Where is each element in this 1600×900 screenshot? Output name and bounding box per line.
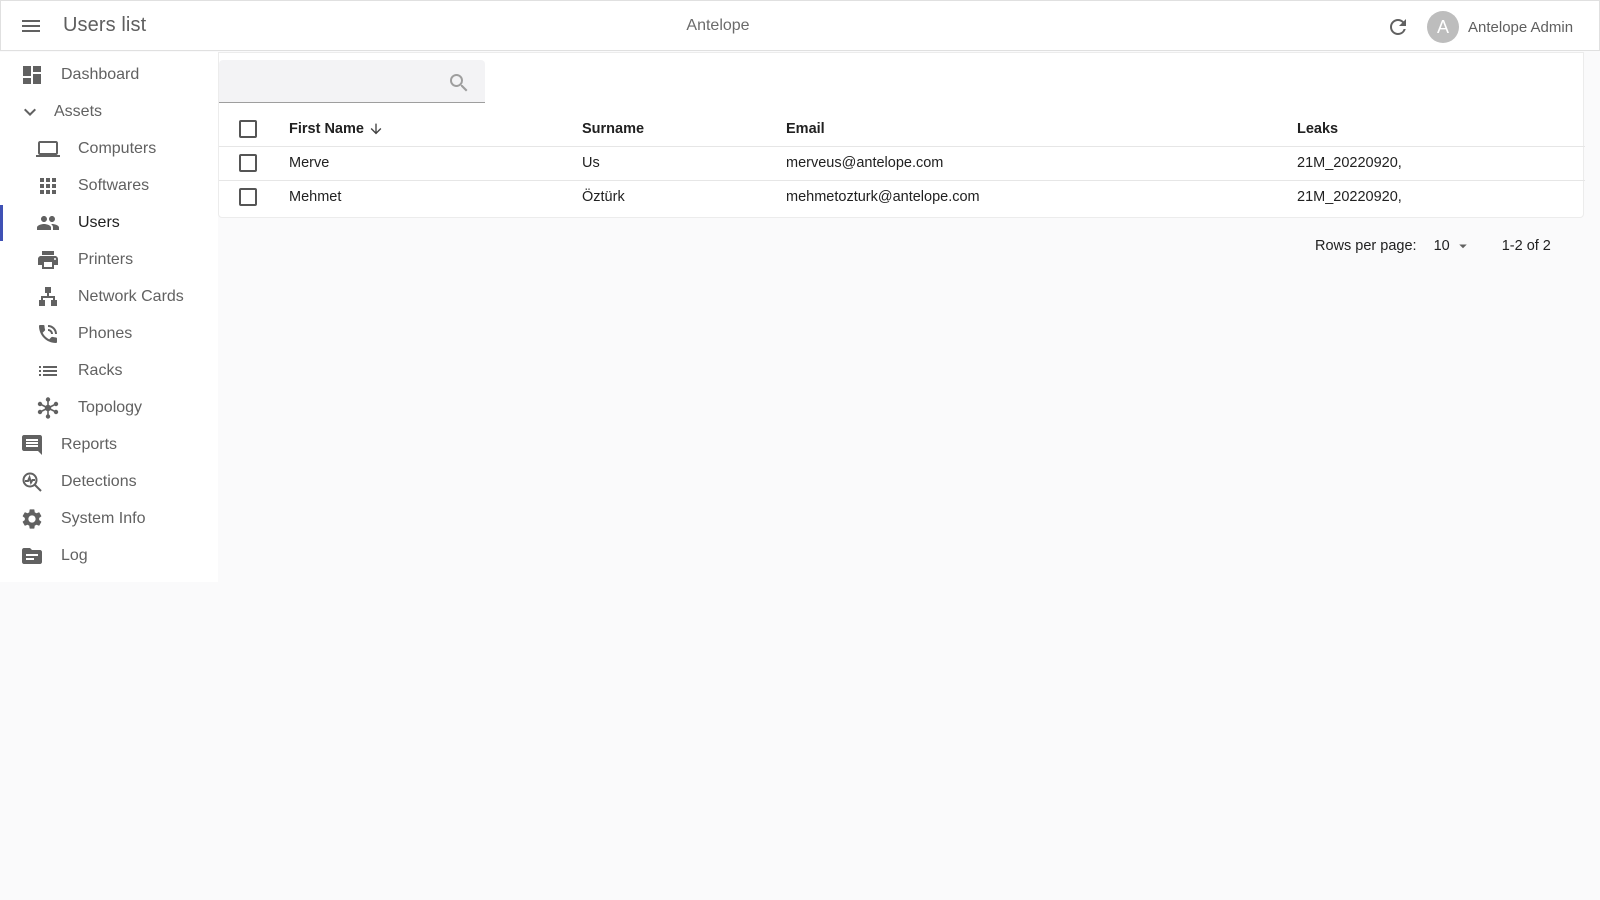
- sidebar-item-label: Users: [78, 214, 120, 231]
- rows-per-page-select[interactable]: 10: [1434, 237, 1472, 255]
- sidebar-item-assets[interactable]: Assets: [0, 94, 218, 130]
- cell-leaks: 21M_20220920,: [1297, 189, 1402, 206]
- pagination-range: 1-2 of 2: [1501, 238, 1551, 254]
- sidebar-item-label: Dashboard: [61, 66, 140, 83]
- arrow-down-icon[interactable]: [368, 121, 384, 137]
- caret-down-icon: [1454, 237, 1472, 255]
- app-bar: Users list Antelope A Antelope Admin: [0, 0, 1600, 51]
- sidebar-item-log[interactable]: Log: [0, 538, 218, 574]
- sidebar-item-phones[interactable]: Phones: [0, 316, 218, 352]
- table-header-row: First Name Surname Email Leaks: [219, 113, 1585, 146]
- column-header-email[interactable]: Email: [786, 113, 1297, 146]
- column-header-first-name[interactable]: First Name: [289, 113, 582, 146]
- sidebar-item-computers[interactable]: Computers: [0, 131, 218, 167]
- sidebar-item-racks[interactable]: Racks: [0, 353, 218, 389]
- sidebar-item-label: Phones: [78, 325, 133, 342]
- sidebar-item-label: Detections: [61, 473, 137, 490]
- sidebar-item-detections[interactable]: Detections: [0, 464, 218, 500]
- cell-surname: Öztürk: [582, 189, 625, 206]
- user-name: Antelope Admin: [1468, 18, 1574, 36]
- row-checkbox[interactable]: [239, 188, 257, 207]
- sidebar-item-reports[interactable]: Reports: [0, 427, 218, 463]
- table-row[interactable]: Merve Us merveus@antelope.com 21M_202209…: [219, 146, 1585, 180]
- row-checkbox[interactable]: [239, 154, 257, 172]
- sidebar-item-label: Computers: [78, 140, 157, 157]
- refresh-icon[interactable]: [1386, 15, 1410, 39]
- gear-icon: [20, 507, 44, 531]
- cell-surname: Us: [582, 155, 600, 171]
- sidebar-item-system-info[interactable]: System Info: [0, 501, 218, 537]
- sidebar-item-topology[interactable]: Topology: [0, 390, 218, 426]
- sidebar-item-users[interactable]: Users: [0, 205, 218, 241]
- cell-email: merveus@antelope.com: [786, 155, 944, 171]
- cell-first-name: Merve: [289, 155, 330, 171]
- sidebar-item-network-cards[interactable]: Network Cards: [0, 279, 218, 315]
- network-icon: [36, 285, 60, 309]
- search-input[interactable]: [229, 60, 439, 102]
- users-list-card: First Name Surname Email Leaks Merve Us …: [218, 52, 1585, 218]
- phone-icon: [36, 322, 60, 346]
- sidebar-item-printers[interactable]: Printers: [0, 242, 218, 278]
- sidebar-item-softwares[interactable]: Softwares: [0, 168, 218, 204]
- dashboard-icon: [20, 63, 44, 87]
- cell-leaks: 21M_20220920,: [1297, 155, 1402, 171]
- app-name: Antelope: [686, 17, 750, 34]
- list-icon: [36, 359, 60, 383]
- sidebar-item-dashboard[interactable]: Dashboard: [0, 57, 218, 93]
- sidebar-item-label: Reports: [61, 436, 118, 453]
- rows-per-page-label: Rows per page:: [1315, 238, 1417, 254]
- hub-icon: [36, 396, 60, 420]
- sidebar-item-label: Log: [61, 547, 88, 564]
- sidebar-item-label: System Info: [61, 510, 146, 527]
- sidebar-item-label: Topology: [78, 399, 143, 416]
- sidebar-item-label: Printers: [78, 251, 134, 268]
- table-row[interactable]: Mehmet Öztürk mehmetozturk@antelope.com …: [219, 180, 1585, 214]
- laptop-icon: [36, 137, 60, 161]
- sidebar: Dashboard Assets Computers Softwares Use…: [0, 52, 218, 582]
- rows-per-page-value: 10: [1433, 238, 1450, 254]
- select-all-checkbox[interactable]: [239, 120, 257, 139]
- chevron-down-icon: [18, 100, 42, 124]
- column-header-leaks[interactable]: Leaks: [1297, 113, 1585, 146]
- cell-first-name: Mehmet: [289, 189, 342, 206]
- pagination: Rows per page: 10 1-2 of 2: [1315, 228, 1551, 264]
- search-icon: [447, 71, 471, 95]
- people-icon: [36, 211, 60, 235]
- sidebar-item-label: Racks: [78, 362, 123, 379]
- apps-grid-icon: [36, 174, 60, 198]
- user-menu[interactable]: A Antelope Admin: [1427, 10, 1573, 44]
- cell-email: mehmetozturk@antelope.com: [786, 189, 980, 206]
- column-header-surname[interactable]: Surname: [582, 113, 786, 146]
- users-table: First Name Surname Email Leaks Merve Us …: [219, 113, 1585, 214]
- sidebar-item-label: Assets: [54, 103, 103, 120]
- comment-icon: [20, 433, 44, 457]
- avatar: A: [1427, 11, 1459, 43]
- search-field[interactable]: [219, 60, 485, 103]
- sidebar-item-label: Network Cards: [78, 288, 184, 305]
- folder-icon: [20, 544, 44, 568]
- printer-icon: [36, 248, 60, 272]
- search-insights-icon: [20, 470, 44, 494]
- sidebar-item-label: Softwares: [78, 177, 150, 194]
